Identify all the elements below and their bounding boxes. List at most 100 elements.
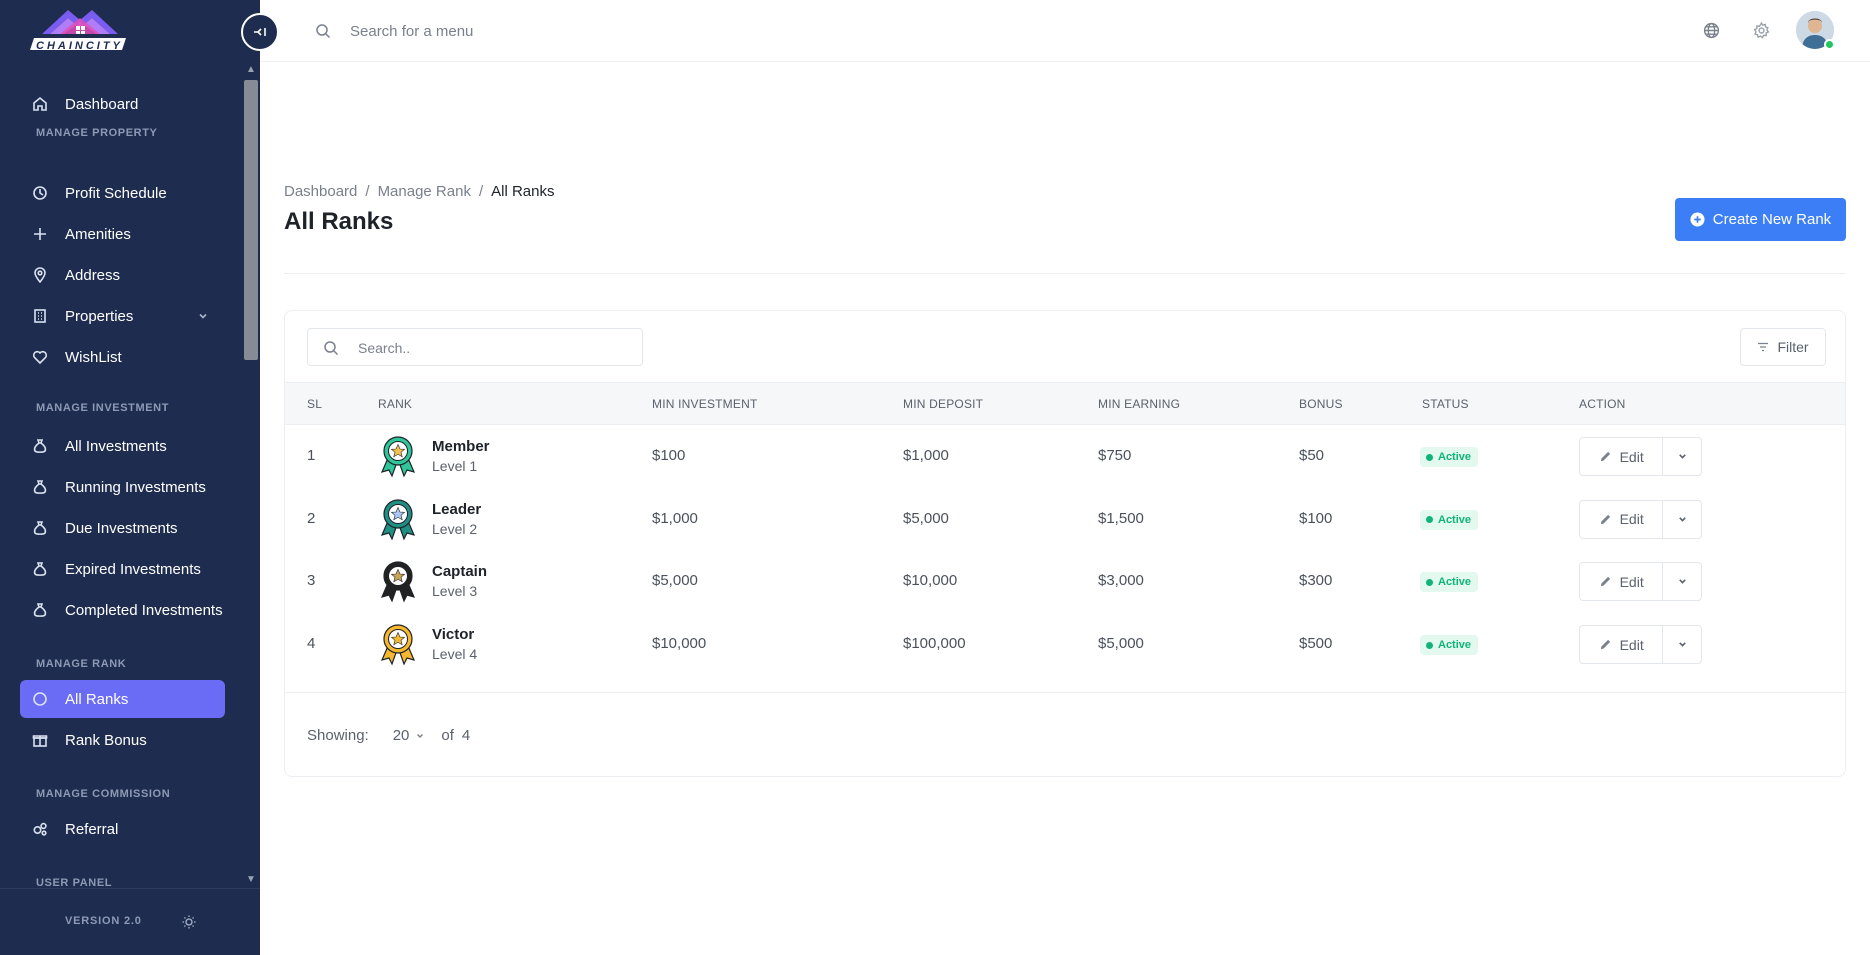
edit-button[interactable]: Edit [1580, 626, 1664, 664]
actions-dropdown-button[interactable] [1663, 563, 1701, 600]
money-bag-icon [32, 602, 48, 618]
status-dot [1426, 578, 1433, 586]
rank-name: Victor [432, 626, 475, 644]
sidebar-collapse-button[interactable] [241, 13, 279, 51]
sidebar-item-label: All Ranks [65, 690, 129, 708]
version-label: VERSION 2.0 [65, 915, 142, 927]
sidebar-item-label: Completed Investments [65, 601, 223, 619]
breadcrumb: Dashboard / Manage Rank / All Ranks [284, 183, 555, 200]
cell-min-deposit: $10,000 [903, 572, 958, 590]
ranks-card: Filter SL RANK MIN INVESTMENT MIN DEPOSI… [284, 310, 1846, 777]
plus-circle-icon [1690, 212, 1705, 227]
rank-level: Level 1 [432, 458, 478, 474]
sidebar-item-referral[interactable]: Referral [20, 810, 225, 848]
cell-min-investment: $5,000 [652, 572, 698, 590]
scroll-down-icon[interactable]: ▼ [242, 872, 260, 888]
sidebar-item-label: Amenities [65, 225, 131, 243]
sidebar-item-all-ranks[interactable]: All Ranks [20, 680, 225, 718]
header-divider [284, 273, 1846, 274]
per-page-select[interactable]: 20 [393, 727, 426, 744]
rank-medal-icon [378, 497, 418, 541]
action-button-group: Edit [1579, 437, 1702, 476]
sidebar-item-rank-bonus[interactable]: Rank Bonus [20, 721, 225, 759]
sidebar-item-expired-investments[interactable]: Expired Investments [20, 550, 225, 588]
section-manage-rank: MANAGE RANK [36, 658, 127, 670]
sidebar-item-all-investments[interactable]: All Investments [20, 427, 225, 465]
table-row: 1 Member Level 1 $100 $1,000 $750 $50 Active Edi… [285, 425, 1845, 487]
chevron-down-icon [417, 733, 424, 738]
breadcrumb-dashboard[interactable]: Dashboard [284, 183, 357, 200]
sidebar-item-address[interactable]: Address [20, 256, 225, 294]
status-label: Active [1438, 451, 1472, 463]
cell-sl: 3 [307, 572, 316, 590]
table-row: 3 Captain Level 3 $5,000 $10,000 $3,000 $300 Ac… [285, 550, 1845, 612]
sidebar-item-completed-investments[interactable]: Completed Investments [20, 591, 225, 629]
chevron-down-icon [1678, 579, 1686, 585]
column-min-investment: MIN INVESTMENT [652, 397, 758, 411]
money-bag-icon [32, 561, 48, 577]
collapse-arrow-icon [254, 28, 266, 36]
cell-min-deposit: $1,000 [903, 447, 949, 464]
column-action: ACTION [1579, 397, 1626, 411]
edit-button[interactable]: Edit [1580, 438, 1664, 475]
table-search-input[interactable] [358, 337, 628, 359]
globe-icon[interactable] [1703, 22, 1720, 44]
search-icon [315, 23, 331, 44]
edit-button[interactable]: Edit [1580, 500, 1664, 538]
top-header [260, 0, 1870, 62]
sidebar-item-running-investments[interactable]: Running Investments [20, 468, 225, 506]
page-title: All Ranks [284, 208, 394, 235]
scrollbar-thumb[interactable] [244, 80, 258, 360]
column-sl: SL [307, 397, 323, 411]
column-status: STATUS [1422, 397, 1469, 411]
sidebar-item-amenities[interactable]: Amenities [20, 215, 225, 253]
status-badge: Active [1420, 635, 1479, 656]
sidebar-item-label: Running Investments [65, 478, 206, 496]
rank-medal-icon [378, 559, 418, 603]
filter-button[interactable]: Filter [1740, 328, 1826, 366]
sidebar-item-label: Rank Bonus [65, 731, 147, 749]
sidebar-item-wishlist[interactable]: WishList [20, 338, 225, 376]
rank-level: Level 3 [432, 583, 478, 600]
sidebar-item-due-investments[interactable]: Due Investments [20, 509, 225, 547]
create-button-label: Create New Rank [1712, 211, 1832, 228]
chevron-down-icon [197, 309, 209, 326]
sun-icon[interactable] [182, 915, 196, 934]
rank-medal-icon [378, 434, 418, 478]
logo-text: CHAINCITY [36, 40, 123, 52]
table-header: SL RANK MIN INVESTMENT MIN DEPOSIT MIN E… [285, 382, 1845, 425]
search-icon [323, 340, 339, 361]
status-badge: Active [1420, 572, 1479, 593]
table-footer-divider [285, 692, 1845, 693]
edit-label: Edit [1619, 511, 1644, 528]
gear-icon[interactable] [1753, 21, 1770, 44]
breadcrumb-manage-rank[interactable]: Manage Rank [378, 183, 471, 200]
online-status-dot [1824, 39, 1835, 50]
sidebar-item-label: Address [65, 266, 121, 284]
column-min-deposit: MIN DEPOSIT [903, 397, 984, 411]
sidebar-item-properties[interactable]: Properties [20, 297, 225, 335]
sidebar-item-label: Properties [65, 307, 134, 325]
money-bag-icon [32, 438, 48, 454]
create-new-rank-button[interactable]: Create New Rank [1675, 198, 1846, 241]
rank-level: Level 4 [432, 646, 478, 663]
cell-sl: 2 [307, 509, 316, 527]
sidebar-scrollbar[interactable]: ▲ ▼ [242, 62, 260, 888]
sidebar-item-profit-schedule[interactable]: Profit Schedule [20, 174, 225, 212]
actions-dropdown-button[interactable] [1663, 626, 1701, 663]
edit-label: Edit [1619, 573, 1644, 590]
edit-button[interactable]: Edit [1580, 563, 1664, 601]
cell-bonus: $500 [1299, 635, 1333, 653]
chevron-down-icon [1678, 516, 1686, 522]
sidebar-item-dashboard[interactable]: Dashboard [20, 85, 225, 123]
status-dot [1426, 641, 1433, 649]
total-count: 4 [461, 727, 471, 744]
actions-dropdown-button[interactable] [1663, 438, 1701, 475]
scroll-up-icon[interactable]: ▲ [242, 62, 260, 78]
circle-icon [32, 691, 48, 707]
cell-sl: 1 [307, 447, 316, 464]
actions-dropdown-button[interactable] [1663, 501, 1701, 538]
gears-icon [32, 821, 48, 837]
menu-search-input[interactable] [350, 16, 750, 46]
status-badge: Active [1420, 447, 1479, 467]
